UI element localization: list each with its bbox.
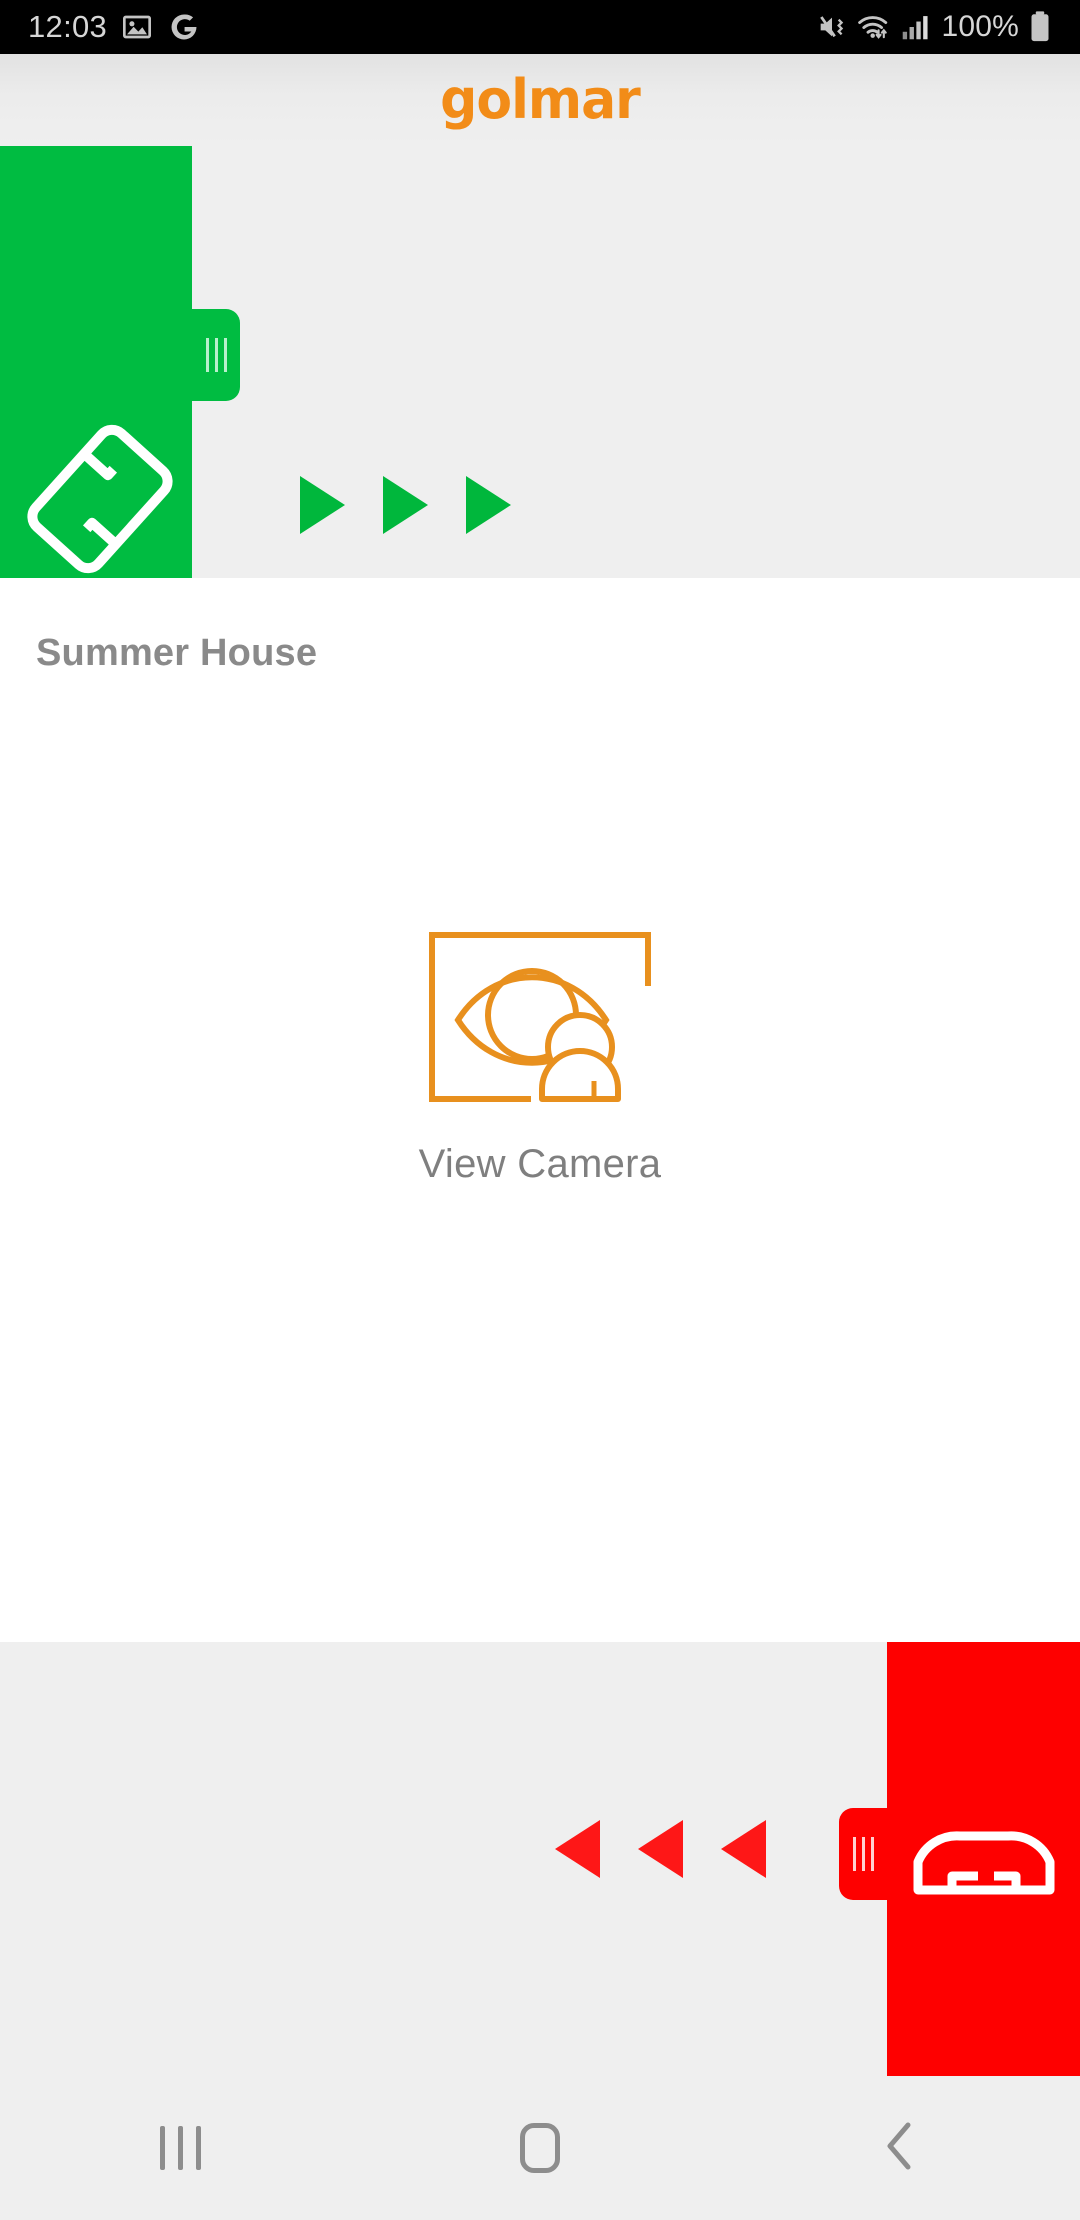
grip-line	[870, 1837, 874, 1871]
main-content: Summer House View Camera	[0, 578, 1080, 1642]
recents-bar	[177, 2126, 183, 2170]
arrow-left-icon	[721, 1820, 766, 1878]
recents-bar	[195, 2126, 201, 2170]
status-time: 12:03	[28, 9, 108, 44]
view-camera-icon	[424, 923, 656, 1116]
device-name-title: Summer House	[36, 632, 318, 674]
grip-line	[214, 338, 218, 372]
arrow-right-icon	[466, 476, 511, 534]
grip-line	[223, 338, 227, 372]
hangup-call-slider[interactable]	[0, 1642, 1080, 2076]
phone-handset-icon	[20, 424, 180, 579]
hangup-slider-handle[interactable]	[839, 1808, 887, 1900]
status-bar: 12:03 100%	[0, 0, 1080, 54]
golmar-logo: golmar	[440, 68, 641, 132]
wifi-icon	[857, 11, 891, 43]
app-header: golmar	[0, 54, 1080, 146]
nav-home-button[interactable]	[440, 2076, 640, 2220]
status-bar-left: 12:03	[28, 9, 201, 45]
hangup-phone-icon	[908, 1814, 1060, 1909]
arrow-right-icon	[383, 476, 428, 534]
vibrate-mute-icon	[816, 11, 848, 43]
system-navigation-bar	[0, 2076, 1080, 2220]
nav-back-button[interactable]	[800, 2076, 1000, 2220]
view-camera-button[interactable]: View Camera	[0, 923, 1080, 1187]
answer-call-slider[interactable]	[0, 146, 1080, 578]
grip-line	[205, 338, 209, 372]
arrow-right-icon	[300, 476, 345, 534]
home-icon	[520, 2123, 560, 2173]
battery-percent: 100%	[941, 10, 1019, 43]
grip-line	[852, 1837, 856, 1871]
grip-line	[861, 1837, 865, 1871]
view-camera-label: View Camera	[418, 1142, 662, 1186]
back-icon	[877, 2119, 923, 2178]
arrow-left-icon	[555, 1820, 600, 1878]
signal-icon	[900, 12, 930, 42]
answer-direction-arrows	[300, 476, 511, 534]
photo-icon	[121, 11, 153, 43]
arrow-left-icon	[638, 1820, 683, 1878]
answer-slider-handle[interactable]	[192, 309, 240, 401]
recents-icon	[159, 2126, 201, 2170]
status-bar-right: 100%	[816, 10, 1052, 44]
recents-bar	[159, 2126, 165, 2170]
hangup-direction-arrows	[555, 1820, 766, 1878]
battery-icon	[1028, 10, 1052, 44]
google-icon	[167, 10, 201, 44]
nav-recents-button[interactable]	[80, 2076, 280, 2220]
